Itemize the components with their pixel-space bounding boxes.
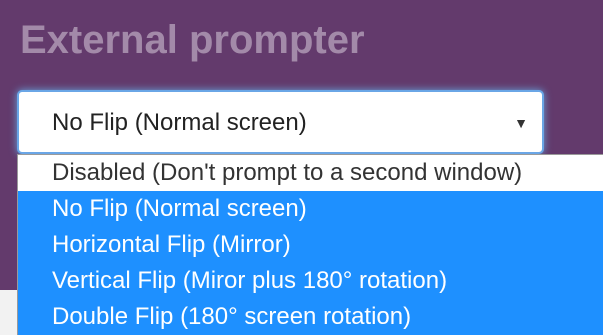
chevron-down-icon: ▼	[514, 115, 528, 131]
option-no-flip[interactable]: No Flip (Normal screen)	[18, 191, 603, 227]
option-disabled[interactable]: Disabled (Don't prompt to a second windo…	[18, 155, 603, 191]
option-double-flip[interactable]: Double Flip (180° screen rotation)	[18, 299, 603, 335]
flip-mode-select[interactable]: No Flip (Normal screen) ▼	[17, 90, 544, 154]
flip-mode-options-list: Disabled (Don't prompt to a second windo…	[17, 154, 603, 335]
flip-mode-selected-value: No Flip (Normal screen)	[52, 109, 307, 136]
option-vertical-flip[interactable]: Vertical Flip (Miror plus 180° rotation)	[18, 263, 603, 299]
section-title: External prompter	[20, 18, 365, 62]
option-horizontal-flip[interactable]: Horizontal Flip (Mirror)	[18, 227, 603, 263]
